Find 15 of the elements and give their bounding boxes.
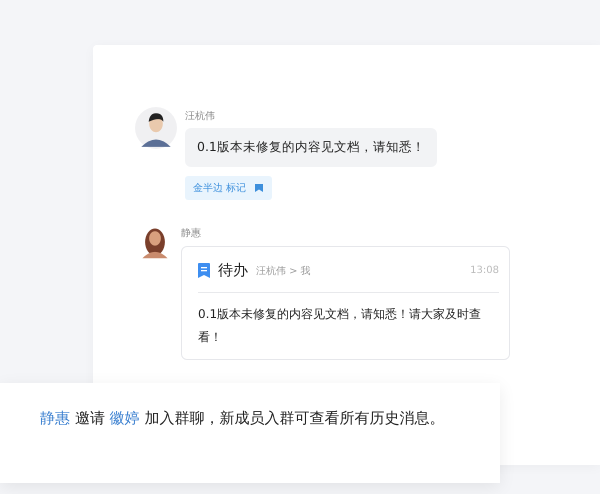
sender-name: 静惠 — [181, 226, 201, 240]
mention-link[interactable]: 徽婷 — [110, 409, 140, 427]
notice-text: 静惠 邀请 徽婷 加入群聊，新成员入群可查看所有历史消息。 — [40, 408, 446, 429]
mention-link[interactable]: 静惠 — [40, 409, 70, 427]
todo-text: 0.1版本未修复的内容见文档，请知悉！请大家及时查看！ — [198, 306, 482, 346]
message-bubble: 0.1版本未修复的内容见文档，请知悉！ — [185, 128, 437, 167]
message-time: 13:08 — [470, 265, 499, 276]
sender-name: 汪杭伟 — [185, 110, 215, 123]
mark-tag[interactable]: 金半边 标记 — [185, 176, 272, 200]
card-route: 汪杭伟 > 我 — [256, 264, 311, 278]
bookmark-icon — [254, 183, 264, 193]
todo-card[interactable]: 待办 汪杭伟 > 我 13:08 0.1版本未修复的内容见文档，请知悉！请大家及时查看！ — [181, 246, 510, 360]
document-icon — [198, 263, 210, 278]
card-title: 待办 — [218, 261, 248, 280]
avatar — [135, 107, 177, 149]
